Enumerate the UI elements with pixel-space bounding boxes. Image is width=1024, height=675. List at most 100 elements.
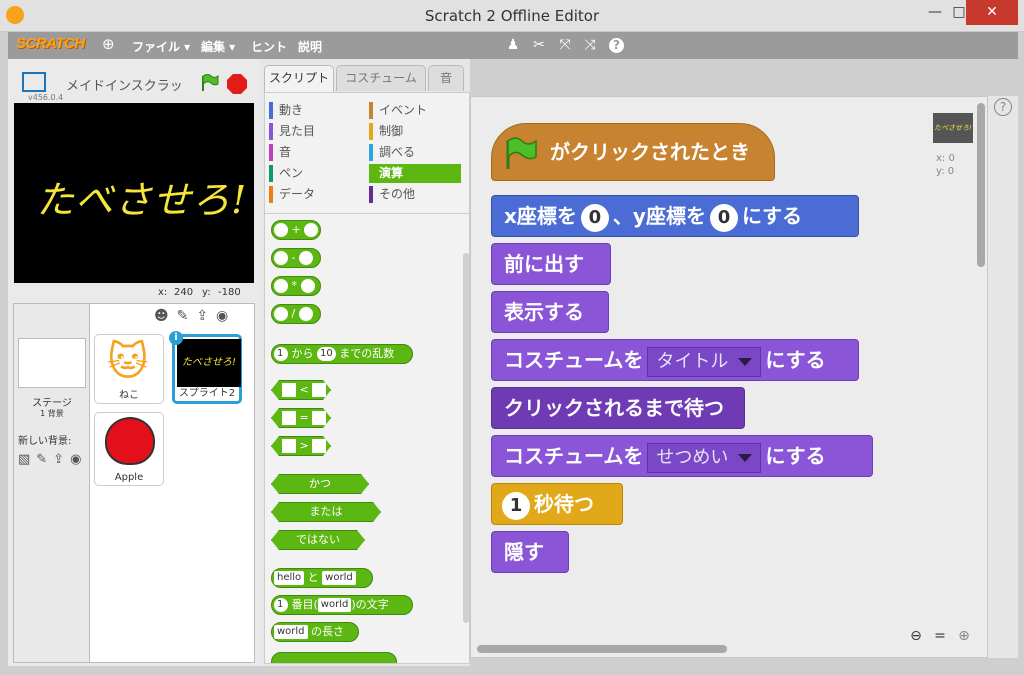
window-title: Scratch 2 Offline Editor [424,7,600,25]
about-menu[interactable]: 説明 [298,38,322,55]
category-more-blocks[interactable]: その他 [369,185,461,204]
sprite2-thumbnail: たべさせろ! [177,339,241,387]
stage-header: メイドインスクラッ v456.0.4 [12,65,258,105]
sprite-name: スプライト2 [178,388,236,399]
y-input[interactable]: 0 [709,203,738,232]
stop-sign-icon[interactable] [227,74,247,94]
tab-sounds[interactable]: 音 [428,65,464,91]
go-to-xy-block[interactable]: x座標を 0 、y座標を 0 にする [491,195,859,237]
fullscreen-icon[interactable] [22,72,46,92]
grow-icon[interactable]: ⤧ [556,36,574,54]
x-input[interactable]: 0 [580,203,609,232]
hide-block[interactable]: 隠す [491,531,569,573]
edit-menu[interactable]: 編集 ▾ [201,38,235,55]
add-block[interactable]: + [271,220,321,240]
palette-scrollbar[interactable] [463,253,469,623]
stage-x-label: x: [158,287,168,298]
minimize-button[interactable]: — [920,0,950,25]
and-block[interactable]: かつ [271,474,369,494]
project-name-field[interactable]: メイドインスクラッ [66,75,183,94]
stage-thumbnail[interactable] [18,338,86,388]
block-palette: 動き イベント 見た目 制御 音 調べる ペン 演算 データ その他 + - *… [264,92,471,664]
shrink-icon[interactable]: ⤨ [581,36,599,54]
close-button[interactable]: ✕ [966,0,1018,25]
language-globe-icon[interactable]: ⊕ [102,36,118,52]
equals-block[interactable]: = [271,408,331,428]
costume-dropdown[interactable]: タイトル [647,346,762,377]
zoom-out-icon[interactable]: ⊖ [907,627,925,645]
greater-than-block[interactable]: > [271,436,331,456]
category-events[interactable]: イベント [369,101,461,120]
green-flag-icon[interactable] [200,73,220,93]
partial-block[interactable] [271,652,397,663]
letter-of-block[interactable]: 1 番目(world)の文字 [271,595,413,615]
wait-seconds-block[interactable]: 1 秒待つ [491,483,623,525]
stage-column: ステージ 1 背景 新しい背景: ▧✎⇪◉ [14,304,90,662]
horizontal-scrollbar[interactable] [477,645,727,653]
join-block[interactable]: hello と world [271,568,373,588]
subtract-block[interactable]: - [271,248,321,268]
length-of-block[interactable]: world の長さ [271,622,359,642]
apple-sprite-icon [105,417,155,465]
category-pen[interactable]: ペン [269,164,361,183]
vertical-scrollbar[interactable] [977,103,985,267]
cat-sprite-icon: 🐱 [107,339,149,385]
maximize-button[interactable]: □ [952,0,966,25]
script-area[interactable]: がクリックされたとき x座標を 0 、y座標を 0 にする 前に出す 表示する コスチュ… [470,96,988,658]
sprite-name: Apple [114,472,144,483]
multiply-block[interactable]: * [271,276,321,296]
stage-y-value: -180 [218,287,241,298]
not-block[interactable]: ではない [271,530,365,550]
show-block[interactable]: 表示する [491,291,609,333]
green-flag-icon [506,136,537,169]
dropdown-arrow-icon [738,453,753,462]
delete-scissors-icon[interactable]: ✂ [530,36,548,54]
when-flag-clicked-block[interactable]: がクリックされたとき [491,123,775,181]
stage-title-text: たべさせろ! [36,178,248,222]
tips-menu[interactable]: ヒント [251,38,287,55]
category-sensing[interactable]: 調べる [369,143,461,162]
stage-backdrop-count: 1 背景 [40,409,64,418]
stage-canvas[interactable]: たべさせろ! [14,103,254,283]
palette-block-list: + - * / 1 から 10 までの乱数 < = > かつ または ではない … [265,213,471,663]
duplicate-stamp-icon[interactable]: ♟ [504,36,522,54]
less-than-block[interactable]: < [271,380,331,400]
info-icon[interactable]: i [169,331,183,345]
zoom-in-icon[interactable]: ⊕ [955,627,973,645]
new-backdrop-icons[interactable]: ▧✎⇪◉ [18,452,87,467]
file-menu[interactable]: ファイル ▾ [132,38,190,55]
seconds-input[interactable]: 1 [502,491,530,520]
sprite-thumb[interactable]: Apple [94,412,164,486]
tab-scripts[interactable]: スクリプト [264,65,334,92]
category-sound[interactable]: 音 [269,143,361,162]
stage-panel: メイドインスクラッ v456.0.4 たべさせろ! x: 240 y: -180… [8,59,260,666]
sprite-thumbnail-small: たべさせろ! [933,113,973,143]
switch-costume-block[interactable]: コスチュームを せつめい にする [491,435,873,477]
or-block[interactable]: または [271,502,381,522]
divide-block[interactable]: / [271,304,321,324]
help-icon[interactable]: ? [609,38,624,53]
switch-costume-block[interactable]: コスチュームを タイトル にする [491,339,859,381]
right-help-pane: ? [988,96,1018,658]
dropdown-arrow-icon [738,357,753,366]
scratch-logo[interactable]: SCRATCH [16,35,85,57]
sprite-x-readout: x: 0 [936,153,955,164]
category-data[interactable]: データ [269,185,361,204]
new-sprite-tools[interactable]: ☻✎⇪◉ [154,308,236,324]
costume-dropdown[interactable]: せつめい [647,442,762,473]
category-operators[interactable]: 演算 [369,164,461,183]
zoom-reset-icon[interactable]: = [931,627,949,645]
random-block[interactable]: 1 から 10 までの乱数 [271,344,413,364]
go-to-front-block[interactable]: 前に出す [491,243,611,285]
category-motion[interactable]: 動き [269,101,361,120]
sprite-thumb[interactable]: 🐱 ねこ [94,334,164,404]
category-looks[interactable]: 見た目 [269,122,361,141]
sprite-y-readout: y: 0 [936,166,955,177]
sprite-thumb-selected[interactable]: たべさせろ! スプライト2 i [169,331,242,404]
category-control[interactable]: 制御 [369,122,461,141]
wait-until-clicked-block[interactable]: クリックされるまで待つ [491,387,745,429]
menu-bar: SCRATCH ⊕ ファイル ▾ 編集 ▾ ヒント 説明 ♟ ✂ ⤧ ⤨ ? [8,32,1018,59]
help-icon[interactable]: ? [994,98,1012,116]
sprite-name: ねこ [119,390,139,401]
tab-costumes[interactable]: コスチューム [336,65,426,91]
